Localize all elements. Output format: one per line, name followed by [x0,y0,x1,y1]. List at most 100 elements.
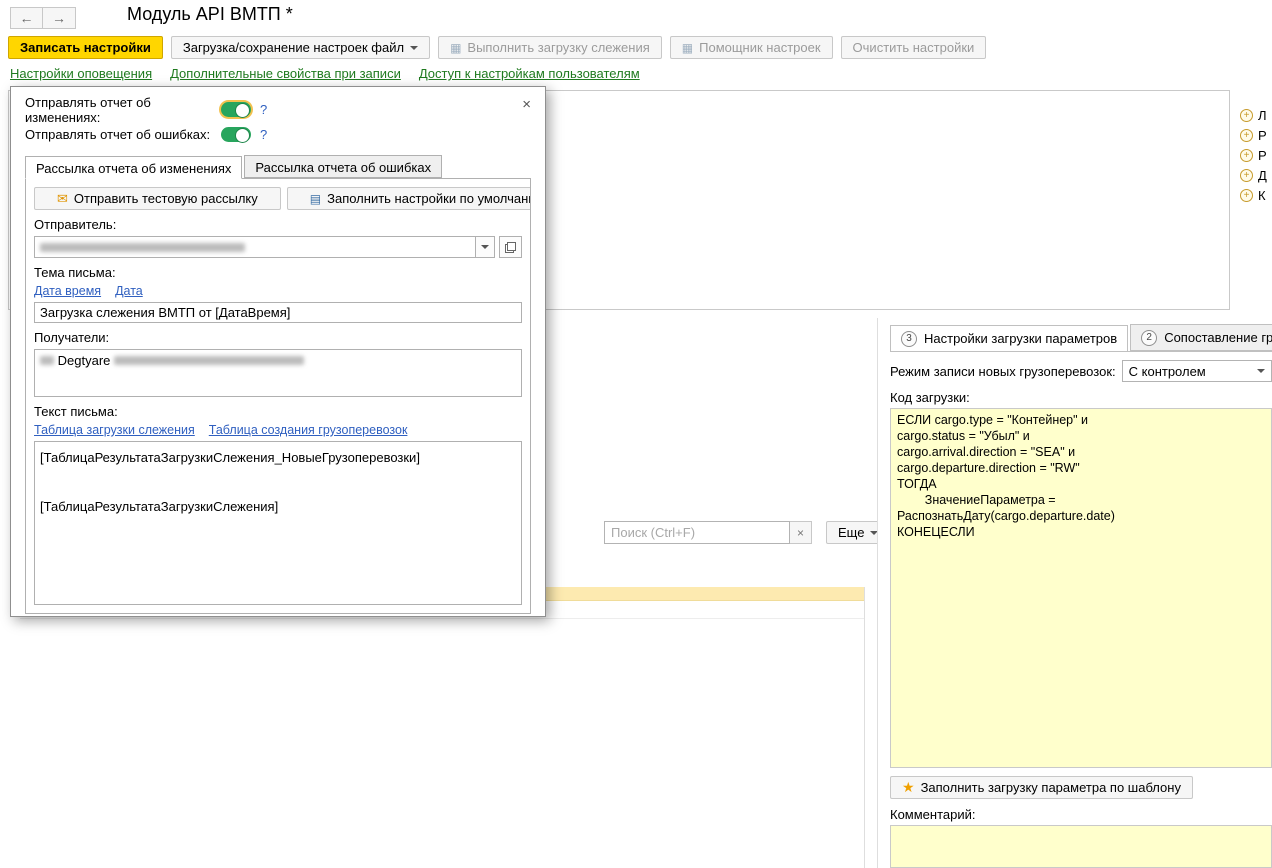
parameters-table: cargo.type В списке [20,587,865,868]
tab-load-settings-label: Настройки загрузки параметров [924,331,1117,346]
comment-label: Комментарий: [890,807,1272,822]
chevron-down-icon [481,245,489,249]
tab-load-settings[interactable]: 3 Настройки загрузки параметров [890,325,1128,352]
expand-plus-icon[interactable]: + [1240,109,1253,122]
notification-settings-link[interactable]: Настройки оповещения [10,66,152,81]
insert-tracking-table-link[interactable]: Таблица загрузки слежения [34,423,195,437]
parameter-settings-panel: 3 Настройки загрузки параметров 2 Сопост… [877,318,1272,868]
send-test-mailing-button[interactable]: ✉ Отправить тестовую рассылку [34,187,281,210]
recipients-redacted-prefix [40,356,54,365]
assistant-icon: ▦ [682,42,693,54]
tab-cargo-matching[interactable]: 2 Сопоставление грузопер [1130,324,1272,351]
chevron-down-icon [1257,369,1265,373]
database-icon: ▤ [310,192,321,206]
tab-number-badge: 3 [901,331,917,347]
body-insert-links: Таблица загрузки слежения Таблица создан… [34,423,522,437]
tree-item[interactable]: + Р [1240,148,1267,162]
dialog-buttons-row: ✉ Отправить тестовую рассылку ▤ Заполнит… [34,187,522,210]
dialog-close-button[interactable]: × [518,95,535,114]
search-input[interactable] [604,521,790,544]
expand-plus-icon[interactable]: + [1240,129,1253,142]
expand-plus-icon[interactable]: + [1240,149,1253,162]
subject-insert-links: Дата время Дата [34,284,522,298]
open-windows-icon [505,242,516,253]
send-changes-report-toggle[interactable] [221,102,251,117]
help-link[interactable]: ? [260,127,267,142]
recipients-label: Получатели: [34,330,522,345]
tree-item-label: Д [1258,168,1267,183]
clear-settings-button[interactable]: Очистить настройки [841,36,987,59]
fill-by-template-button[interactable]: ★ Заполнить загрузку параметра по шаблон… [890,776,1193,799]
fill-default-settings-label: Заполнить настройки по умолчанию [327,191,531,206]
tree-item[interactable]: + Р [1240,128,1267,142]
tree-item-label: К [1258,188,1266,203]
send-changes-report-label: Отправлять отчет об изменениях: [25,95,221,125]
expand-plus-icon[interactable]: + [1240,169,1253,182]
body-input[interactable]: [ТаблицаРезультатаЗагрузкиСлежения_Новые… [34,441,522,605]
load-save-settings-menu-button[interactable]: Загрузка/сохранение настроек файл [171,36,430,59]
command-links: Настройки оповещения Дополнительные свой… [10,66,640,81]
star-icon: ★ [902,779,915,796]
sender-field-row [34,236,522,258]
tree-item[interactable]: + К [1240,188,1267,202]
changes-report-tab-panel: ✉ Отправить тестовую рассылку ▤ Заполнит… [25,178,531,614]
tree-item-label: Л [1258,108,1267,123]
params-tabs: 3 Настройки загрузки параметров 2 Сопост… [890,324,1272,352]
record-mode-row: Режим записи новых грузоперевозок: С кон… [890,360,1272,382]
sender-open-button[interactable] [499,236,522,258]
load-save-settings-label: Загрузка/сохранение настроек файл [183,40,404,55]
body-label: Текст письма: [34,404,522,419]
settings-assistant-label: Помощник настроек [699,40,820,55]
search-row: × Еще [604,521,890,544]
forward-arrow-icon: → [52,11,66,25]
send-errors-report-toggle[interactable] [221,127,251,142]
run-tracking-load-button[interactable]: ▦ Выполнить загрузку слежения [438,36,662,59]
dialog-tabs: Рассылка отчета об изменениях Рассылка о… [25,155,531,178]
load-code-editor[interactable]: ЕСЛИ cargo.type = "Контейнер" и cargo.st… [890,408,1272,768]
run-tracking-load-label: Выполнить загрузку слежения [467,40,649,55]
page-title: Модуль API ВМТП * [127,4,293,25]
back-arrow-icon: ← [20,11,34,25]
tab-number-badge: 2 [1141,330,1157,346]
table-grid-icon: ▦ [450,42,461,54]
insert-date-link[interactable]: Дата [115,284,143,298]
right-tree: + Л + Р + Р + Д + К [1240,108,1267,202]
extra-properties-link[interactable]: Дополнительные свойства при записи [170,66,401,81]
sender-dropdown-button[interactable] [476,236,495,258]
record-mode-value: С контролем [1129,364,1257,379]
nav-arrows: ← → [10,7,76,29]
sender-input[interactable] [34,236,476,258]
subject-input[interactable] [34,302,522,323]
settings-assistant-button[interactable]: ▦ Помощник настроек [670,36,833,59]
help-link[interactable]: ? [260,102,267,117]
send-errors-report-row: Отправлять отчет об ошибках: ? [25,122,531,147]
more-menu-label: Еще [838,525,864,540]
back-button[interactable]: ← [10,7,43,29]
recipients-redacted-suffix [114,356,304,365]
sender-value-redacted [40,243,245,252]
clear-x-icon: × [797,526,804,540]
user-access-settings-link[interactable]: Доступ к настройкам пользователям [419,66,640,81]
search-clear-button[interactable]: × [790,521,812,544]
send-changes-report-row: Отправлять отчет об изменениях: ? [25,97,531,122]
comment-editor[interactable] [890,825,1272,868]
tree-item-label: Р [1258,128,1267,143]
toolbar: Записать настройки Загрузка/сохранение н… [8,36,986,59]
tree-item[interactable]: + Л [1240,108,1267,122]
save-settings-button[interactable]: Записать настройки [8,36,163,59]
tab-changes-report[interactable]: Рассылка отчета об изменениях [25,156,242,179]
fill-default-settings-button[interactable]: ▤ Заполнить настройки по умолчанию [287,187,531,210]
record-mode-label: Режим записи новых грузоперевозок: [890,364,1116,379]
insert-datetime-link[interactable]: Дата время [34,284,101,298]
close-icon: × [522,96,531,113]
tab-errors-report[interactable]: Рассылка отчета об ошибках [244,155,442,178]
tree-item[interactable]: + Д [1240,168,1267,182]
forward-button[interactable]: → [43,7,76,29]
expand-plus-icon[interactable]: + [1240,189,1253,202]
recipients-input[interactable]: Degtyare [34,349,522,397]
envelope-icon: ✉ [57,191,68,207]
tree-item-label: Р [1258,148,1267,163]
record-mode-select[interactable]: С контролем [1122,360,1272,382]
subject-label: Тема письма: [34,265,522,280]
insert-cargo-table-link[interactable]: Таблица создания грузоперевозок [209,423,408,437]
